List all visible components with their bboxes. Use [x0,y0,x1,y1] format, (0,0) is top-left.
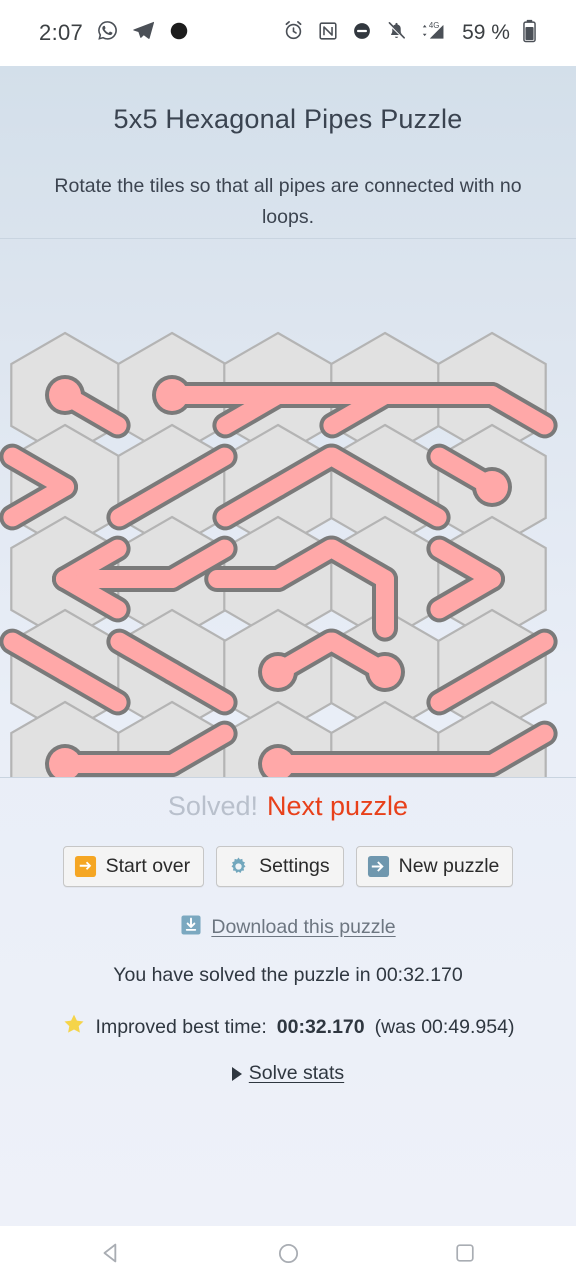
settings-button[interactable]: Settings [216,846,344,887]
clipped-top-text: ▪ ▪▪ ▪ ▪ ▪▪ ▪ ▪ ▪▪▪ [0,66,576,72]
nfc-icon [317,20,339,47]
nav-recents-button[interactable] [407,1241,524,1265]
home-circle-icon [278,1243,298,1263]
action-buttons-row: Start over Settings New puzzle [0,846,576,887]
pipe-fill-endpoint [49,379,81,411]
refresh-icon [74,855,97,878]
best-time-value: 00:32.170 [276,1015,365,1038]
best-time-prefix: Improved best time: [95,1015,267,1038]
battery-percent: 59 % [462,21,510,44]
do-not-disturb-icon [351,20,373,47]
signal-4g-icon: 4G [420,19,450,47]
solve-stats-row[interactable]: Solve stats [0,1062,576,1085]
solved-status-row: Solved! Next puzzle [0,789,576,823]
chevron-right-icon [231,1066,242,1081]
download-puzzle-link[interactable]: Download this puzzle [211,916,395,939]
start-over-button[interactable]: Start over [62,846,205,887]
new-puzzle-label: New puzzle [398,855,500,877]
page-subtitle: Rotate the tiles so that all pipes are c… [54,175,522,228]
page-content: ▪ ▪▪ ▪ ▪ ▪▪ ▪ ▪ ▪▪▪ 5x5 Hexagonal Pipes … [0,66,576,1226]
nav-home-button[interactable] [230,1241,347,1266]
pipe-fill-endpoint [262,656,294,688]
back-triangle-icon [103,1243,117,1263]
alarm-icon [282,19,305,47]
solve-result-text: You have solved the puzzle in 00:32.170 [113,964,463,986]
gear-icon [227,855,250,878]
pipe-fill-endpoint [476,471,508,503]
whatsapp-icon [96,19,119,47]
next-puzzle-link[interactable]: Next puzzle [267,791,408,821]
app-root: 2:07 4G 59 % 5x5 Hexagonal Pipes Puzzle … [0,0,576,1280]
best-time-row: Improved best time: 00:32.170 (was 00:49… [0,1012,576,1042]
puzzle-svg[interactable] [0,239,576,777]
arrow-right-box-icon [367,855,390,878]
start-over-label: Start over [105,855,191,877]
puzzle-board[interactable] [0,238,576,778]
status-bar: 2:07 4G 59 % [0,0,576,66]
status-bar-right: 4G 59 % [282,19,537,48]
status-bar-left: 2:07 [39,19,190,47]
bell-muted-icon [385,19,408,47]
pipe-fill-endpoint [156,379,188,411]
battery-icon [522,19,537,48]
android-nav-bar [0,1226,576,1280]
pipe-fill-endpoint [369,656,401,688]
new-puzzle-button[interactable]: New puzzle [355,846,514,887]
best-time-previous: (was 00:49.954) [374,1015,515,1038]
telegram-icon [132,19,155,47]
status-clock: 2:07 [39,20,84,45]
svg-text:4G: 4G [429,21,439,30]
page-title: 5x5 Hexagonal Pipes Puzzle [113,104,463,134]
download-icon [180,914,202,941]
download-row: Download this puzzle [0,914,576,941]
dot-icon [168,20,190,47]
solved-label: Solved! [167,791,258,821]
solve-stats-label[interactable]: Solve stats [249,1062,344,1085]
nav-back-button[interactable] [53,1240,170,1266]
recents-square-icon [456,1244,474,1262]
star-icon [62,1012,86,1042]
settings-label: Settings [259,855,330,877]
